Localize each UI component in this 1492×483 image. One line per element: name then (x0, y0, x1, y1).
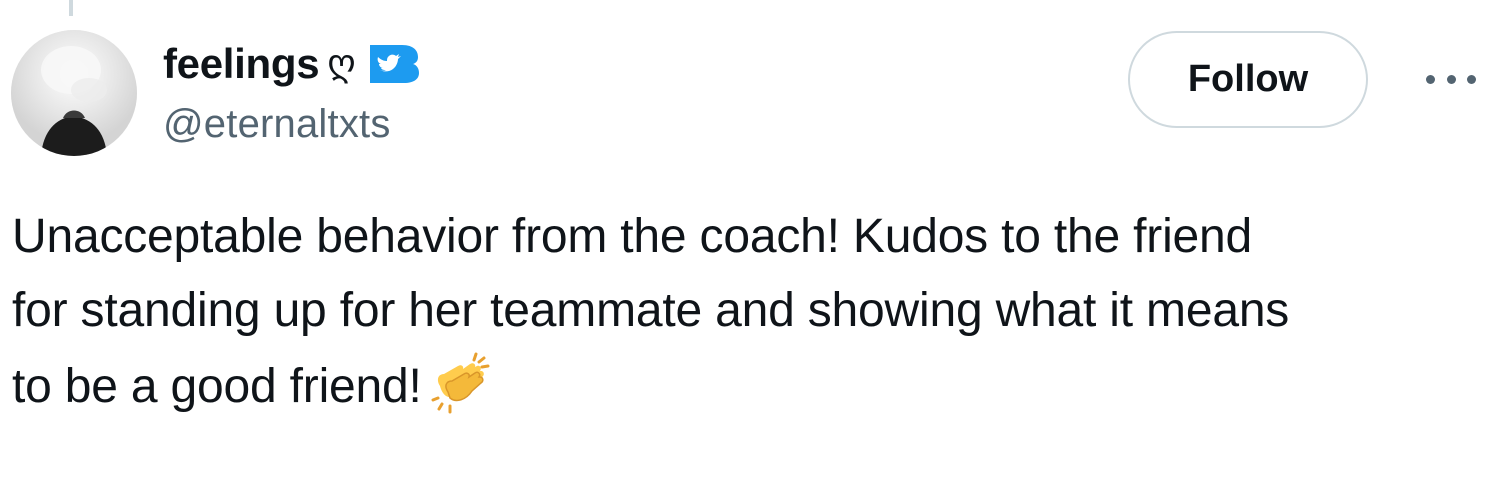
more-dots-icon (1446, 74, 1456, 84)
more-options-button[interactable] (1426, 66, 1476, 92)
thread-connector-line (69, 0, 73, 16)
more-dots-icon (1426, 74, 1435, 84)
author-display-name[interactable]: feelings (163, 36, 320, 92)
clapping-hands-icon (430, 348, 496, 414)
name-emoji: ღ (327, 43, 356, 84)
tweet-text-line: Unacceptable behavior from the coach! Ku… (12, 210, 1253, 263)
avatar-image (11, 30, 137, 156)
author-name-row[interactable]: feelings ღ (163, 36, 422, 92)
verified-badge-icon (366, 41, 422, 87)
tweet-text: Unacceptable behavior from the coach! Ku… (12, 200, 1482, 424)
follow-button[interactable]: Follow (1128, 31, 1368, 128)
avatar[interactable] (11, 30, 137, 156)
author-handle[interactable]: @eternaltxts (163, 98, 391, 150)
tweet-text-line: for standing up for her teammate and sho… (12, 284, 1290, 337)
tweet-text-line: to be a good friend! (12, 360, 422, 413)
more-dots-icon (1467, 74, 1476, 84)
